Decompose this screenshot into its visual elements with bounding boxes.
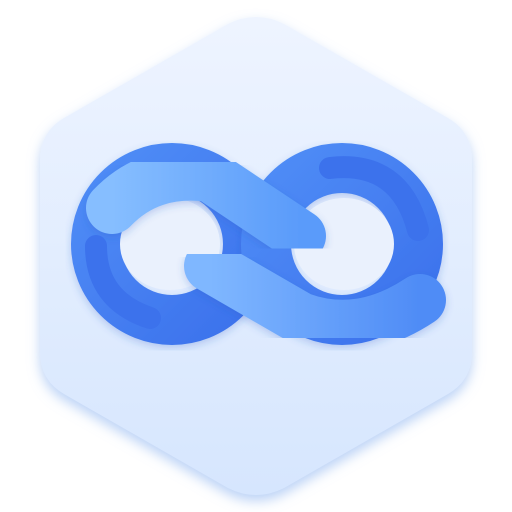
infinity-loop-icon xyxy=(40,17,472,495)
app-icon xyxy=(0,0,512,512)
